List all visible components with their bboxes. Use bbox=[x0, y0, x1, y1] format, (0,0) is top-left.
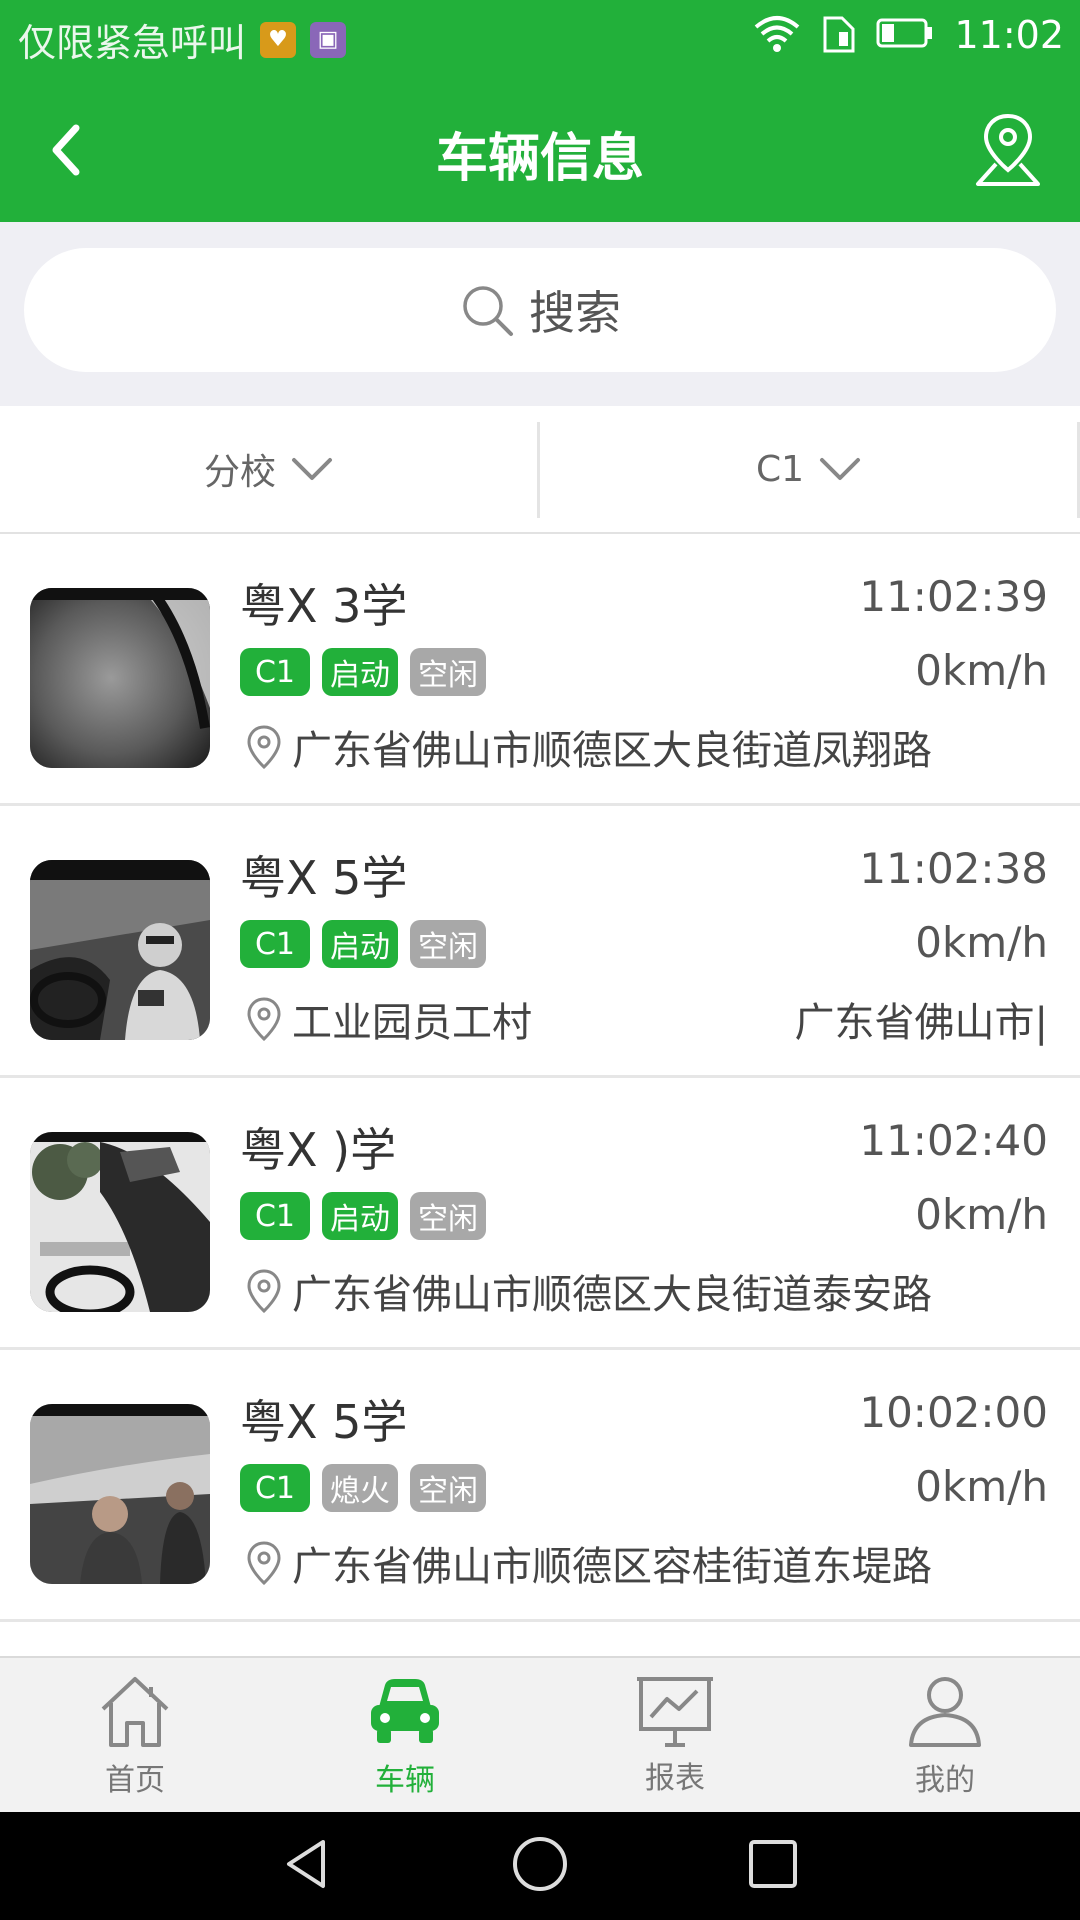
page-title: 车辆信息 bbox=[435, 129, 644, 189]
vehicle-camera-thumbnail bbox=[30, 860, 210, 1040]
vehicle-plate: 粤X 5学 bbox=[240, 1395, 408, 1449]
tab-label: 首页 bbox=[105, 1763, 165, 1798]
search-input[interactable]: 搜索 bbox=[24, 248, 1056, 372]
tab-label: 我的 bbox=[915, 1763, 975, 1798]
vehicle-state-badge: 空闲 bbox=[410, 920, 486, 968]
vehicle-location-text: 广东省佛山市顺德区大良街道泰安路 bbox=[292, 1272, 932, 1318]
vehicle-badges: C1 启动 空闲 bbox=[240, 920, 486, 968]
license-filter-dropdown[interactable]: C1 bbox=[540, 406, 1078, 532]
vehicle-badges: C1 启动 空闲 bbox=[240, 648, 486, 696]
triangle-back-icon bbox=[286, 1840, 325, 1888]
vehicle-list-item[interactable]: 粤X 5学 11:02:38 C1 启动 空闲 0km/h 工业园员工村 广东省… bbox=[0, 806, 1080, 1078]
tab-home[interactable]: 首页 bbox=[0, 1658, 270, 1812]
chevron-down-icon bbox=[820, 458, 861, 480]
sim-icon bbox=[822, 12, 856, 58]
nav-recents-button[interactable] bbox=[743, 1834, 803, 1898]
carrier-text: 仅限紧急呼叫 bbox=[18, 21, 247, 65]
vehicle-list-item[interactable]: 粤X 3学 11:02:39 C1 启动 空闲 0km/h 广东省佛山市顺德区大… bbox=[0, 534, 1080, 806]
chevron-down-icon bbox=[292, 458, 332, 480]
search-placeholder: 搜索 bbox=[529, 286, 621, 340]
vehicle-plate: 粤X 3学 bbox=[240, 579, 408, 633]
chart-board-icon bbox=[637, 1677, 713, 1747]
user-icon bbox=[909, 1677, 981, 1747]
vehicle-plate: 粤X )学 bbox=[240, 1123, 397, 1177]
vehicle-camera-thumbnail bbox=[30, 1132, 210, 1312]
home-icon bbox=[101, 1677, 169, 1747]
engine-status-badge: 启动 bbox=[322, 1192, 398, 1240]
license-filter-label: C1 bbox=[755, 448, 805, 490]
vehicle-location-text-secondary: 广东省佛山市| bbox=[794, 1000, 1048, 1046]
app-notification-icon: ♥ bbox=[260, 21, 297, 58]
vehicle-speed: 0km/h bbox=[915, 1190, 1048, 1239]
vehicle-state-badge: 空闲 bbox=[410, 648, 486, 696]
vehicle-location: 广东省佛山市顺德区大良街道泰安路 bbox=[246, 1262, 1048, 1320]
vehicle-state-badge: 空闲 bbox=[410, 1192, 486, 1240]
map-button[interactable] bbox=[972, 110, 1044, 190]
vehicle-location-text: 工业园员工村 bbox=[292, 1000, 532, 1046]
nav-home-button[interactable] bbox=[510, 1834, 570, 1898]
location-pin-icon bbox=[247, 997, 281, 1042]
vehicle-badges: C1 熄火 空闲 bbox=[240, 1464, 486, 1512]
map-pin-icon bbox=[976, 113, 1040, 186]
vehicle-camera-thumbnail bbox=[30, 1404, 210, 1584]
tab-reports[interactable]: 报表 bbox=[540, 1658, 810, 1812]
license-badge: C1 bbox=[240, 1464, 310, 1512]
search-area: 搜索 bbox=[0, 222, 1080, 406]
engine-status-badge: 熄火 bbox=[322, 1464, 398, 1512]
location-pin-icon bbox=[247, 1269, 281, 1314]
square-recents-icon bbox=[749, 1840, 798, 1888]
vehicle-state-badge: 空闲 bbox=[410, 1464, 486, 1512]
battery-icon bbox=[876, 17, 934, 53]
status-time: 11:02 bbox=[954, 13, 1064, 57]
circle-home-icon bbox=[512, 1837, 567, 1891]
vehicle-location-text: 广东省佛山市顺德区大良街道凤翔路 bbox=[292, 728, 932, 774]
branch-filter-dropdown[interactable]: 分校 bbox=[0, 406, 538, 532]
vehicle-location: 工业园员工村 广东省佛山市| bbox=[246, 990, 1048, 1048]
status-bar: 仅限紧急呼叫 ♥ ▣ 11:02 bbox=[0, 0, 1080, 74]
car-icon bbox=[371, 1679, 439, 1743]
nav-back-button[interactable] bbox=[277, 1834, 337, 1898]
app-header: 车辆信息 bbox=[0, 74, 1080, 222]
vehicle-location-text: 广东省佛山市顺德区容桂街道东堤路 bbox=[292, 1544, 932, 1590]
vehicle-plate: 粤X 5学 bbox=[240, 851, 408, 905]
vehicle-update-time: 11:02:38 bbox=[859, 844, 1048, 893]
location-pin-icon bbox=[247, 725, 281, 770]
vehicle-speed: 0km/h bbox=[915, 1462, 1048, 1511]
license-badge: C1 bbox=[240, 920, 310, 968]
tab-label: 报表 bbox=[645, 1761, 705, 1796]
system-nav-bar bbox=[0, 1812, 1080, 1920]
vehicle-list[interactable]: 粤X 3学 11:02:39 C1 启动 空闲 0km/h 广东省佛山市顺德区大… bbox=[0, 534, 1080, 1656]
filter-bar: 分校 C1 bbox=[0, 406, 1080, 534]
wifi-icon bbox=[752, 13, 802, 57]
branch-filter-label: 分校 bbox=[203, 452, 276, 493]
vehicle-update-time: 10:02:00 bbox=[859, 1388, 1048, 1437]
vehicle-speed: 0km/h bbox=[915, 646, 1048, 695]
license-badge: C1 bbox=[240, 1192, 310, 1240]
location-pin-icon bbox=[247, 1541, 281, 1586]
vehicle-update-time: 11:02:39 bbox=[859, 572, 1048, 621]
engine-status-badge: 启动 bbox=[322, 920, 398, 968]
tab-profile[interactable]: 我的 bbox=[810, 1658, 1080, 1812]
vehicle-speed: 0km/h bbox=[915, 918, 1048, 967]
engine-status-badge: 启动 bbox=[322, 648, 398, 696]
gallery-notification-icon: ▣ bbox=[310, 21, 347, 58]
vehicle-location: 广东省佛山市顺德区大良街道凤翔路 bbox=[246, 718, 1048, 776]
vehicle-list-item[interactable]: 粤X 5学 10:02:00 C1 熄火 空闲 0km/h 广东省佛山市顺德区容… bbox=[0, 1350, 1080, 1622]
vehicle-badges: C1 启动 空闲 bbox=[240, 1192, 486, 1240]
vehicle-list-item[interactable]: 粤X )学 11:02:40 C1 启动 空闲 0km/h 广东省佛山市顺德区大… bbox=[0, 1078, 1080, 1350]
vehicle-location: 广东省佛山市顺德区容桂街道东堤路 bbox=[246, 1534, 1048, 1592]
vehicle-camera-thumbnail bbox=[30, 588, 210, 768]
bottom-tab-bar: 首页 车辆 报表 我的 bbox=[0, 1656, 1080, 1812]
app-screen: 仅限紧急呼叫 ♥ ▣ 11:02 车辆信息 搜索 分校 C1 粤X 3学 11:… bbox=[0, 0, 1080, 1920]
vehicle-update-time: 11:02:40 bbox=[859, 1116, 1048, 1165]
tab-vehicles[interactable]: 车辆 bbox=[270, 1658, 540, 1812]
search-icon bbox=[463, 286, 513, 336]
license-badge: C1 bbox=[240, 648, 310, 696]
tab-label: 车辆 bbox=[375, 1763, 435, 1798]
